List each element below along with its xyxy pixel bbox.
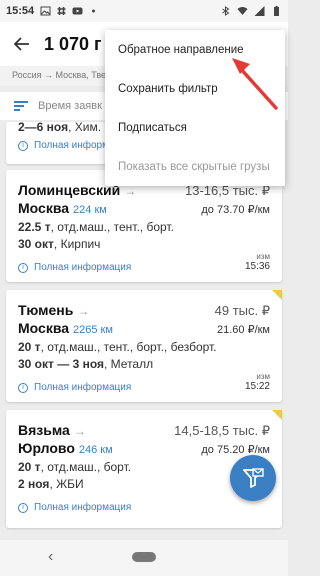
system-nav-bar: ‹ <box>0 540 288 576</box>
nav-back-icon[interactable]: ‹ <box>48 548 53 566</box>
nav-home-pill[interactable] <box>132 552 156 562</box>
filter-mail-icon <box>243 468 264 488</box>
filter-fab-button[interactable] <box>230 455 276 501</box>
